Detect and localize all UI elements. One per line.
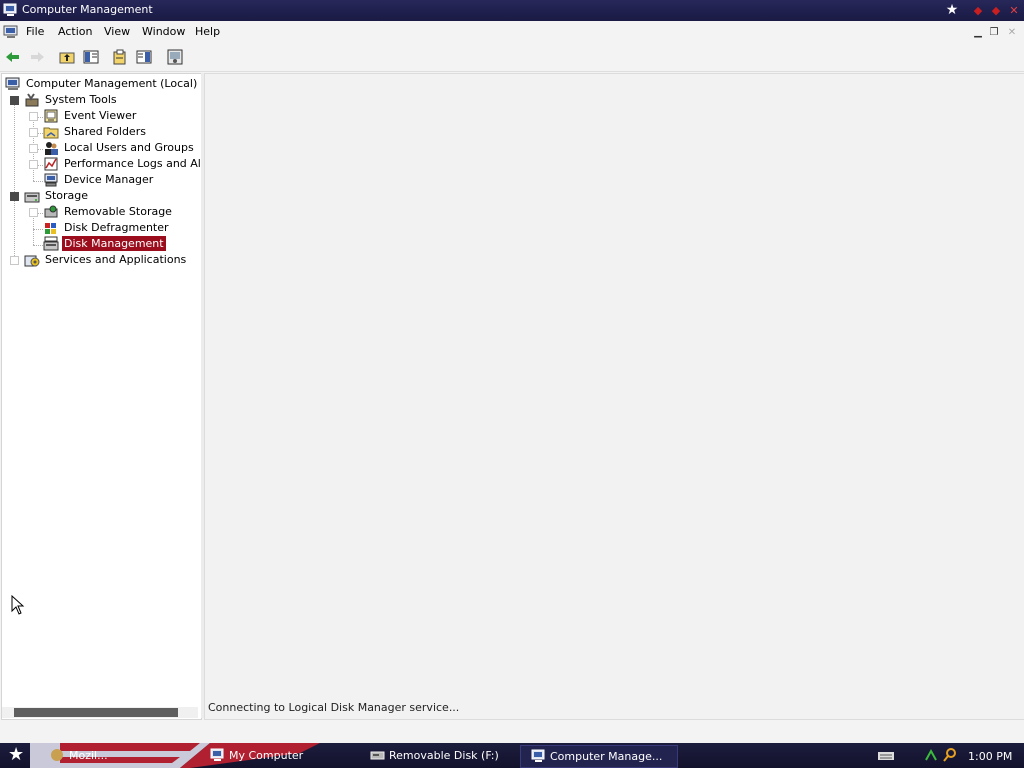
up-one-level-icon[interactable]	[58, 48, 76, 66]
taskbar-item-mozilla[interactable]: Mozil...	[50, 745, 200, 766]
toolbar	[0, 44, 1024, 72]
tree-label: Storage	[45, 189, 89, 202]
taskbar-label: My Computer	[229, 749, 304, 762]
toolbox-icon	[25, 93, 39, 107]
start-star-icon[interactable]: ★	[8, 744, 24, 766]
tree-connector	[33, 181, 43, 182]
tree-item-storage[interactable]: Storage	[24, 188, 194, 204]
details-pane[interactable]	[204, 73, 1024, 720]
device-manager-icon	[44, 173, 58, 187]
taskbar-item-computer-management[interactable]: Computer Manage...	[520, 745, 678, 768]
status-text: Connecting to Logical Disk Manager servi…	[208, 701, 460, 714]
maximize-window-button[interactable]: ◆	[988, 3, 1004, 18]
tree-label: Removable Storage	[64, 205, 172, 218]
tree-connector	[33, 245, 43, 246]
tree-item-performance-logs[interactable]: Performance Logs and Alerts	[43, 156, 201, 172]
menu-help[interactable]: Help	[193, 25, 222, 38]
taskbar-label: Computer Manage...	[550, 750, 663, 763]
expand-toggle[interactable]	[29, 144, 38, 153]
taskbar-item-removable-disk[interactable]: Removable Disk (F:)	[370, 745, 515, 766]
forward-arrow-icon[interactable]	[28, 48, 46, 66]
minimize-window-button[interactable]: ◆	[970, 3, 986, 18]
tree-item-root[interactable]: Computer Management (Local)	[5, 76, 201, 92]
mdi-close-button[interactable]: ✕	[1005, 27, 1019, 39]
title-bar[interactable]: Computer Management ★ ◆ ◆ ✕	[0, 0, 1024, 21]
computer-management-icon	[3, 3, 17, 16]
performance-logs-icon	[44, 157, 58, 171]
window-title: Computer Management	[22, 3, 153, 16]
expand-toggle[interactable]	[10, 256, 19, 265]
shared-folder-icon	[43, 127, 59, 139]
star-icon[interactable]: ★	[944, 3, 960, 18]
collapse-toggle[interactable]	[10, 96, 19, 105]
clock[interactable]: 1:00 PM	[968, 750, 1012, 763]
tree-item-event-viewer[interactable]: Event Viewer	[43, 108, 193, 124]
menu-file[interactable]: File	[24, 25, 46, 38]
network-icon[interactable]	[924, 748, 938, 762]
back-arrow-icon[interactable]	[4, 48, 22, 66]
tree-item-removable-storage[interactable]: Removable Storage	[43, 204, 193, 220]
event-viewer-icon	[44, 109, 58, 123]
tree-item-disk-defragmenter[interactable]: Disk Defragmenter	[43, 220, 193, 236]
tree-item-local-users[interactable]: Local Users and Groups	[43, 140, 194, 156]
mouse-cursor-icon	[11, 595, 25, 615]
status-bar: Connecting to Logical Disk Manager servi…	[0, 698, 1024, 718]
tree-item-device-manager[interactable]: Device Manager	[43, 172, 193, 188]
console-tree[interactable]: Computer Management (Local) System Tools…	[1, 73, 202, 720]
defragmenter-icon	[45, 223, 56, 234]
users-icon	[45, 142, 58, 155]
tree-label: Event Viewer	[64, 109, 137, 122]
tree-connector	[33, 229, 43, 230]
close-window-button[interactable]: ✕	[1006, 3, 1022, 18]
tree-label: System Tools	[45, 93, 117, 106]
search-icon[interactable]	[942, 747, 958, 763]
mmc-document-icon[interactable]	[3, 24, 19, 40]
storage-icon	[24, 192, 40, 203]
services-icon	[24, 255, 40, 267]
tree-label: Local Users and Groups	[64, 141, 194, 154]
window-bottom-edge	[0, 720, 1024, 743]
show-hide-tree-icon[interactable]	[82, 48, 100, 66]
collapse-toggle[interactable]	[10, 192, 19, 201]
computer-management-icon	[531, 749, 545, 762]
menu-action[interactable]: Action	[56, 25, 94, 38]
mozilla-icon	[51, 749, 63, 761]
disk-management-icon	[43, 236, 59, 251]
expand-toggle[interactable]	[29, 112, 38, 121]
tree-label: Device Manager	[64, 173, 154, 186]
taskbar-label: Removable Disk (F:)	[389, 749, 499, 762]
expand-toggle[interactable]	[29, 160, 38, 169]
my-computer-icon	[210, 748, 224, 761]
menu-window[interactable]: Window	[140, 25, 187, 38]
taskbar-label: Mozil...	[69, 749, 108, 762]
menu-bar: File Action View Window Help ▁ ❐ ✕	[0, 21, 1024, 44]
taskbar-item-my-computer[interactable]: My Computer	[210, 745, 360, 766]
removable-disk-icon	[370, 751, 385, 760]
tree-item-disk-management[interactable]: Disk Management	[43, 236, 193, 252]
mdi-minimize-button[interactable]: ▁	[971, 27, 985, 39]
keyboard-icon[interactable]	[878, 752, 894, 760]
removable-storage-icon	[44, 205, 58, 218]
menu-view[interactable]: View	[102, 25, 132, 38]
tree-label-selected: Disk Management	[62, 236, 166, 251]
tree-label: Disk Defragmenter	[64, 221, 169, 234]
expand-toggle[interactable]	[29, 208, 38, 217]
tree-item-system-tools[interactable]: System Tools	[24, 92, 194, 108]
taskbar: ★ Mozil... My Computer Removable Disk (F…	[0, 743, 1024, 768]
tree-item-services-applications[interactable]: Services and Applications	[24, 252, 199, 268]
tree-label: Computer Management (Local)	[26, 77, 198, 90]
expand-toggle[interactable]	[29, 128, 38, 137]
computer-icon	[5, 77, 20, 90]
properties-icon[interactable]	[111, 48, 129, 66]
tree-item-shared-folders[interactable]: Shared Folders	[43, 124, 193, 140]
tree-label: Shared Folders	[64, 125, 146, 138]
tree-connector	[14, 102, 15, 262]
mdi-restore-button[interactable]: ❐	[987, 27, 1001, 39]
tree-label: Services and Applications	[45, 253, 187, 266]
tree-label: Performance Logs and Alerts	[64, 157, 201, 170]
help-pane-icon[interactable]	[135, 48, 153, 66]
refresh-view-icon[interactable]	[166, 48, 184, 66]
